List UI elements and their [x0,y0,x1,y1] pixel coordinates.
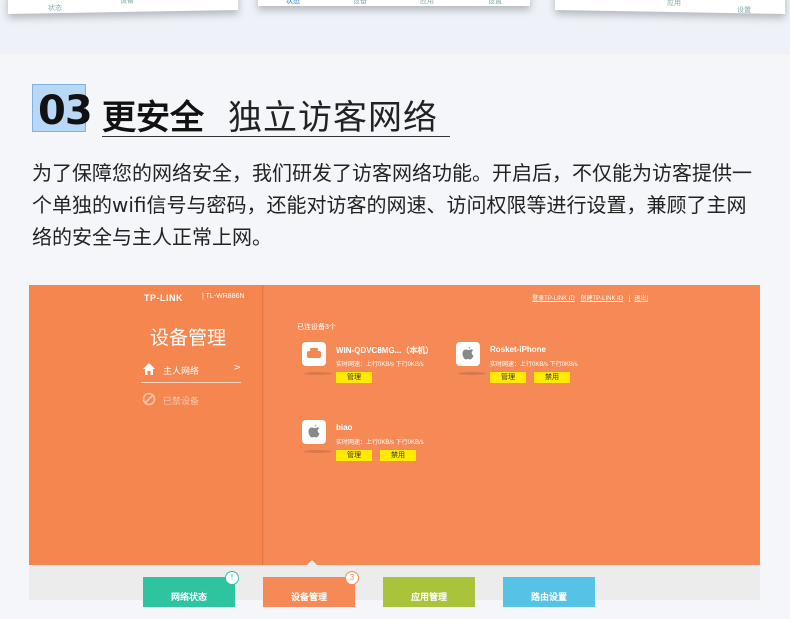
active-tab-caret [306,560,318,566]
tab-label: 设备管理 [290,593,327,603]
top-preview-strip: 状态 设备 状态 设备 应用 设置 应用 设置 [0,0,790,54]
icon-shadow [304,450,332,453]
section-title-strong: 更安全 [102,98,204,138]
preview-card-left: 状态 设备 [8,0,238,15]
device-card: WIN-QDVC8MG...（本机） 实时网速：上行0KB/s 下行0KB/s … [302,342,452,402]
account-links: 登录TP-LINK ID 创建TP-LINK ID | 退出| [528,293,648,302]
device-list-area: 登录TP-LINK ID 创建TP-LINK ID | 退出| 已连设备3个 WI… [264,285,760,565]
device-name: biao [336,423,353,432]
preview-label: 应用 [667,0,681,8]
preview-label: 设备 [120,0,134,6]
router-model-text: TL-WR886N [205,293,245,300]
preview-label: 应用 [420,0,434,5]
title-underline [102,136,450,137]
device-speed: 实时网速：上行0KB/s 下行0KB/s [490,362,578,368]
manage-button[interactable]: 管理 [490,372,526,383]
preview-label: 设置 [488,0,502,5]
icon-shadow [458,372,486,375]
icon-shadow [304,372,332,375]
tplink-logo: TP-LINK [144,293,183,303]
tab-label: 路由设置 [530,593,567,603]
section-description: 为了保障您的网络安全，我们研发了访客网络功能。开启后，不仅能为访客提供一个单独的… [32,161,752,249]
logout-text[interactable]: 退出 [634,296,646,302]
chevron-right-icon: > [233,363,241,373]
section-title-light: 独立访客网络 [228,98,438,138]
section-number: 03 [38,88,93,134]
tab-badge: ! [225,571,239,585]
tab-badge: 3 [345,571,359,585]
create-tplink-id-link[interactable]: 创建TP-LINK ID [581,296,624,302]
tab-label: 网络状态 [170,593,207,603]
device-card: Rosket-iPhone 实时网速：上行0KB/s 下行0KB/s 管理 禁用 [456,342,606,402]
preview-card-middle: 状态 设备 应用 设置 [258,0,530,6]
device-name: Rosket-iPhone [490,345,547,354]
tab-app-management[interactable]: 应用管理 [383,577,475,607]
block-button[interactable]: 禁用 [380,450,416,461]
apple-icon [456,342,480,366]
logout-link[interactable]: | 退出| [629,296,648,302]
home-icon [143,363,155,375]
router-icon [302,342,326,366]
tab-network-status[interactable]: 网络状态 ! [143,571,239,607]
router-sidebar: TP-LINK | TL-WR886N 设备管理 主人网络 > 已禁设备 [29,285,263,565]
device-speed: 实时网速：上行0KB/s 下行0KB/s [336,362,424,368]
preview-card-right: 应用 设置 [555,0,785,14]
tab-device-management[interactable]: 设备管理 3 [263,571,359,607]
connected-count: 已连设备3个 [297,324,336,331]
router-ui-panel: TP-LINK | TL-WR886N 设备管理 主人网络 > 已禁设备 登录T… [29,285,760,565]
sidebar-item-blocked-devices[interactable]: 已禁设备 [141,387,241,413]
device-card: biao 实时网速：上行0KB/s 下行0KB/s 管理 禁用 [302,420,452,480]
manage-button[interactable]: 管理 [336,450,372,461]
sidebar-item-label: 已禁设备 [163,397,200,407]
preview-label: 设备 [353,0,367,5]
preview-label: 状态 [286,0,300,5]
sidebar-title: 设备管理 [150,327,227,349]
preview-label: 状态 [48,5,62,13]
apple-icon [302,420,326,444]
tab-router-settings[interactable]: 路由设置 [503,577,595,607]
device-name: WIN-QDVC8MG...（本机） [336,346,434,355]
manage-button[interactable]: 管理 [336,372,372,383]
login-tplink-id-link[interactable]: 登录TP-LINK ID [532,296,575,302]
tab-label: 应用管理 [410,593,447,603]
sidebar-item-label: 主人网络 [163,367,200,377]
block-button[interactable]: 禁用 [534,372,570,383]
device-speed: 实时网速：上行0KB/s 下行0KB/s [336,440,424,446]
router-model: | TL-WR886N [202,293,245,300]
block-icon [142,392,156,406]
sidebar-item-host-network[interactable]: 主人网络 > [141,357,241,383]
preview-label: 设置 [737,7,751,15]
